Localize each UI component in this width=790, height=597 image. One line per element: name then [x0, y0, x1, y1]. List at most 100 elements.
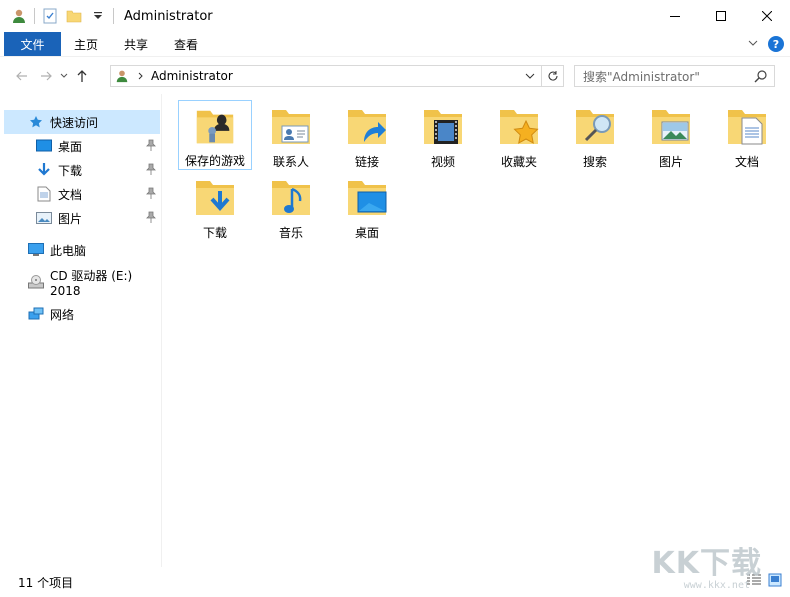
sidebar-item-documents[interactable]: 文档	[4, 182, 160, 206]
search-box[interactable]: 搜索"Administrator"	[574, 65, 775, 87]
ribbon-tabs: 文件 主页 共享 查看 ?	[0, 32, 790, 56]
videos-folder-icon	[424, 110, 462, 144]
folder-label: 搜索	[582, 155, 607, 169]
folder-label: 桌面	[354, 226, 379, 240]
links-folder-icon	[348, 110, 386, 144]
user-folder-icon[interactable]	[10, 7, 28, 25]
downloads-folder-icon	[196, 181, 234, 215]
sidebar-item-label: 快速访问	[50, 115, 99, 130]
folder-music[interactable]: 音乐	[254, 171, 328, 241]
cd-drive-icon	[28, 274, 44, 290]
sidebar-item-this-pc[interactable]: 此电脑	[4, 238, 160, 262]
folder-downloads[interactable]: 下载	[178, 171, 252, 241]
address-bar-buttons	[519, 66, 563, 86]
sidebar-item-downloads[interactable]: 下载	[4, 158, 160, 182]
toolbar-separator	[113, 8, 114, 24]
minimize-button[interactable]	[652, 0, 698, 32]
sidebar-item-label: 图片	[58, 211, 83, 226]
watermark-logo: KK下载	[651, 546, 762, 581]
folder-videos[interactable]: 视频	[406, 100, 480, 170]
maximize-button[interactable]	[698, 0, 744, 32]
contacts-folder-icon	[272, 110, 310, 144]
address-bar[interactable]: Administrator	[110, 65, 564, 87]
toolbar-separator	[34, 8, 35, 24]
window-controls	[652, 0, 790, 32]
folder-pictures[interactable]: 图片	[634, 100, 708, 170]
sidebar-item-label: 桌面	[58, 139, 83, 154]
ribbon-right-controls: ?	[748, 36, 784, 52]
sidebar-item-cd-drive[interactable]: CD 驱动器 (E:) 2018	[4, 269, 160, 298]
large-icons-view-icon[interactable]	[768, 573, 782, 590]
desktop-folder-icon	[348, 181, 387, 215]
favorites-folder-icon	[500, 110, 539, 144]
pictures-folder-icon	[652, 110, 690, 144]
sidebar-item-label: 下载	[58, 163, 83, 178]
tab-view[interactable]: 查看	[161, 32, 211, 56]
sidebar-item-label: 文档	[58, 187, 83, 202]
new-folder-icon[interactable]	[65, 7, 83, 25]
sidebar-item-label: CD 驱动器 (E:) 2018	[50, 268, 133, 298]
pin-icon[interactable]	[146, 211, 156, 226]
sidebar-item-desktop[interactable]: 桌面	[4, 134, 160, 158]
pin-icon[interactable]	[146, 163, 156, 178]
folder-label: 联系人	[272, 155, 309, 169]
sidebar-item-quick-access[interactable]: 快速访问	[4, 110, 160, 134]
search-input[interactable]: 搜索"Administrator"	[583, 68, 700, 85]
folder-label: 收藏夹	[500, 155, 537, 169]
folder-saved-games[interactable]: 保存的游戏	[178, 100, 252, 170]
watermark-url: www.kkx.net	[683, 580, 750, 591]
documents-folder-icon	[728, 110, 766, 145]
window-title: Administrator	[124, 8, 213, 24]
address-history-chevron-icon[interactable]	[519, 66, 541, 86]
folder-label: 保存的游戏	[184, 154, 245, 168]
refresh-icon[interactable]	[541, 66, 563, 86]
document-icon	[36, 186, 52, 202]
folder-searches[interactable]: 搜索	[558, 100, 632, 170]
folder-links[interactable]: 链接	[330, 100, 404, 170]
star-icon	[28, 114, 44, 130]
picture-icon	[36, 210, 52, 226]
folder-documents[interactable]: 文档	[710, 100, 784, 170]
expand-ribbon-chevron-icon[interactable]	[748, 37, 758, 51]
tab-home[interactable]: 主页	[61, 32, 111, 56]
quick-access-toolbar: Administrator	[0, 0, 213, 32]
file-list: 保存的游戏 联系人 链接 视频 收藏夹 搜索 图片 文档 下载 音乐 桌面	[163, 94, 790, 567]
folder-contacts[interactable]: 联系人	[254, 100, 328, 170]
download-arrow-icon	[36, 162, 52, 178]
folder-favorites[interactable]: 收藏夹	[482, 100, 556, 170]
computer-icon	[28, 242, 44, 258]
breadcrumb-current[interactable]: Administrator	[151, 69, 233, 83]
item-count: 11 个项目	[18, 575, 74, 590]
folder-desktop[interactable]: 桌面	[330, 171, 404, 241]
folder-label: 链接	[354, 155, 379, 169]
folder-label: 图片	[658, 155, 683, 169]
help-icon[interactable]: ?	[768, 36, 784, 52]
desktop-icon	[36, 138, 52, 154]
up-button[interactable]	[70, 64, 94, 88]
navigation-bar: Administrator 搜索"Administrator"	[0, 56, 790, 94]
network-icon	[28, 306, 44, 322]
title-bar: Administrator	[0, 0, 790, 32]
music-folder-icon	[272, 181, 310, 215]
breadcrumb-chevron-icon[interactable]	[137, 72, 145, 80]
folder-label: 视频	[430, 155, 455, 169]
tab-share[interactable]: 共享	[111, 32, 161, 56]
close-button[interactable]	[744, 0, 790, 32]
forward-button[interactable]	[34, 64, 58, 88]
user-folder-icon	[115, 69, 129, 83]
tab-file[interactable]: 文件	[4, 32, 61, 56]
sidebar-item-network[interactable]: 网络	[4, 302, 160, 326]
saved-games-folder-icon	[196, 110, 234, 144]
search-icon[interactable]	[754, 69, 768, 86]
customize-toolbar-dropdown-icon[interactable]	[89, 7, 107, 25]
pin-icon[interactable]	[146, 187, 156, 202]
properties-icon[interactable]	[41, 7, 59, 25]
pin-icon[interactable]	[146, 139, 156, 154]
sidebar-item-label: 网络	[50, 307, 75, 322]
navigation-pane: 快速访问 桌面 下载 文档 图片 此电脑 CD 驱动器 (E:) 2018 网络	[0, 94, 162, 567]
recent-locations-chevron-icon[interactable]	[58, 64, 70, 88]
sidebar-item-pictures[interactable]: 图片	[4, 206, 160, 230]
back-button[interactable]	[10, 64, 34, 88]
folder-label: 文档	[734, 155, 759, 169]
folder-label: 音乐	[278, 226, 303, 240]
